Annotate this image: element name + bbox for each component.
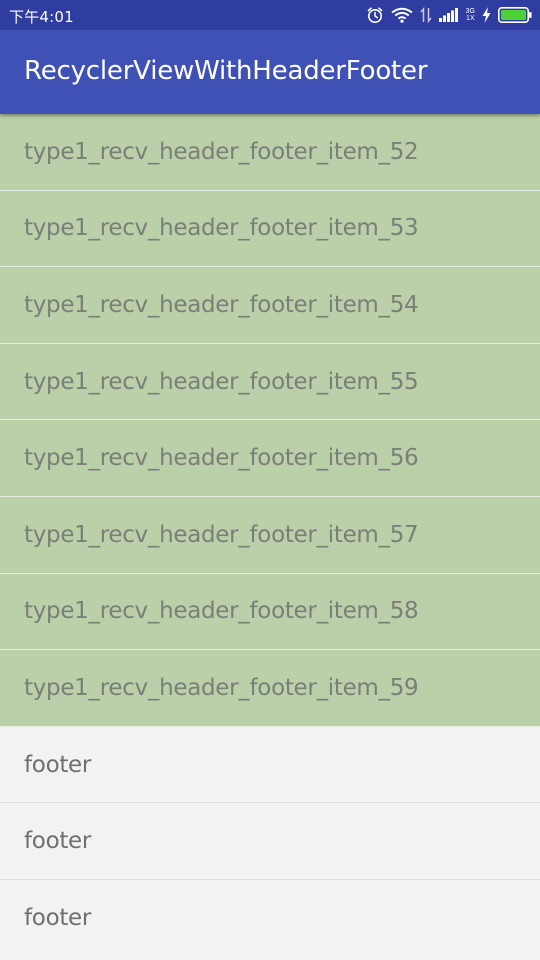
footer-row[interactable]: footer	[0, 879, 540, 957]
footer-row[interactable]: footer	[0, 803, 540, 880]
list-item[interactable]: type1_recv_header_footer_item_58	[0, 573, 540, 651]
list-item-label: type1_recv_header_footer_item_58	[24, 598, 419, 625]
footer-row[interactable]: footer	[0, 726, 540, 804]
footer-label: footer	[24, 828, 92, 855]
wifi-icon	[391, 7, 413, 23]
list-item-label: type1_recv_header_footer_item_59	[24, 674, 419, 701]
signal-icon	[438, 8, 459, 22]
status-time: 下午4:01	[9, 8, 74, 26]
recycler-list[interactable]: type1_recv_header_footer_item_52 type1_r…	[0, 114, 540, 957]
battery-icon	[498, 7, 532, 23]
app-title: RecyclerViewWithHeaderFooter	[24, 56, 428, 86]
list-item-label: type1_recv_header_footer_item_53	[24, 215, 419, 242]
list-item-label: type1_recv_header_footer_item_54	[24, 291, 419, 318]
list-item-label: type1_recv_header_footer_item_56	[24, 445, 419, 472]
app-bar: RecyclerViewWithHeaderFooter	[0, 30, 540, 114]
alarm-icon	[366, 6, 384, 24]
status-icons: 3G 1X	[366, 5, 532, 25]
footer-label: footer	[24, 751, 92, 778]
list-item[interactable]: type1_recv_header_footer_item_56	[0, 420, 540, 497]
list-item-label: type1_recv_header_footer_item_57	[24, 521, 419, 548]
list-item-label: type1_recv_header_footer_item_52	[24, 138, 419, 165]
network-type-top: 3G	[465, 8, 475, 15]
list-item[interactable]: type1_recv_header_footer_item_54	[0, 267, 540, 344]
list-item[interactable]: type1_recv_header_footer_item_53	[0, 190, 540, 268]
network-type-bottom: 1X	[466, 15, 475, 22]
charging-icon	[482, 7, 491, 23]
list-item[interactable]: type1_recv_header_footer_item_52	[0, 114, 540, 191]
list-item[interactable]: type1_recv_header_footer_item_57	[0, 496, 540, 574]
network-type-label: 3G 1X	[466, 8, 475, 22]
data-transfer-icon	[420, 6, 432, 24]
footer-label: footer	[24, 905, 92, 932]
list-item-label: type1_recv_header_footer_item_55	[24, 368, 419, 395]
status-bar: 下午4:01 3G 1X	[0, 0, 540, 30]
list-item[interactable]: type1_recv_header_footer_item_59	[0, 650, 540, 727]
list-item[interactable]: type1_recv_header_footer_item_55	[0, 343, 540, 421]
